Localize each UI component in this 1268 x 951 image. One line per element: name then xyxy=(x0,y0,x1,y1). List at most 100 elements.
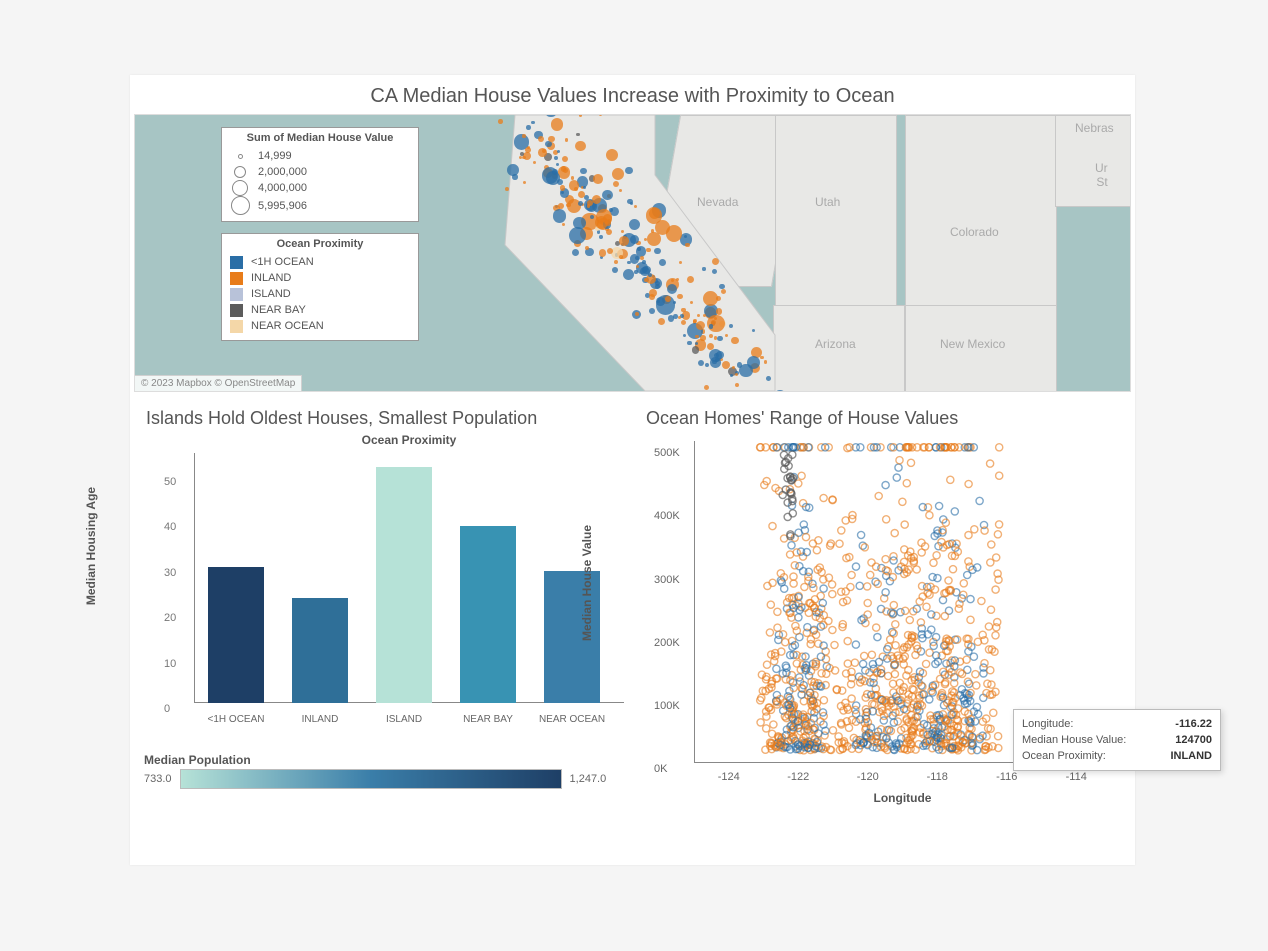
map-dot[interactable] xyxy=(698,360,704,366)
map-dot[interactable] xyxy=(553,209,566,222)
map-dot[interactable] xyxy=(649,308,655,314)
map-dot[interactable] xyxy=(657,300,660,303)
map-dot[interactable] xyxy=(764,360,768,364)
map-dot[interactable] xyxy=(580,168,587,175)
map-dot[interactable] xyxy=(614,260,618,264)
map-dot[interactable] xyxy=(696,321,705,330)
map-dot[interactable] xyxy=(712,258,719,265)
legend-size-row[interactable]: 5,995,906 xyxy=(230,196,410,215)
map-dot[interactable] xyxy=(583,186,586,189)
map-dot[interactable] xyxy=(685,243,690,248)
legend-size-row[interactable]: 14,999 xyxy=(230,148,410,164)
map-dot[interactable] xyxy=(548,136,554,142)
legend-size-row[interactable]: 4,000,000 xyxy=(230,180,410,196)
map-dot[interactable] xyxy=(651,229,655,233)
map-dot[interactable] xyxy=(681,308,686,313)
map-dot[interactable] xyxy=(551,118,563,130)
map-dot[interactable] xyxy=(668,315,675,322)
map-dot[interactable] xyxy=(642,260,646,264)
map-dot[interactable] xyxy=(705,363,709,367)
map-dot[interactable] xyxy=(612,168,624,180)
legend-color-row[interactable]: INLAND xyxy=(230,270,410,286)
map-dot[interactable] xyxy=(507,164,519,176)
map-dot[interactable] xyxy=(760,356,763,359)
map-dot[interactable] xyxy=(627,199,632,204)
map-dot[interactable] xyxy=(635,312,639,316)
map-dot[interactable] xyxy=(655,284,660,289)
map-dot[interactable] xyxy=(702,267,705,270)
bar[interactable] xyxy=(376,467,432,703)
map-dot[interactable] xyxy=(606,149,618,161)
map-dot[interactable] xyxy=(716,308,723,315)
legend-color-row[interactable]: ISLAND xyxy=(230,286,410,302)
map-dot[interactable] xyxy=(722,361,730,369)
map-dot[interactable] xyxy=(569,180,579,190)
map-dot[interactable] xyxy=(687,341,691,345)
map-dot[interactable] xyxy=(692,346,699,353)
map-dot[interactable] xyxy=(640,267,649,276)
map-dot[interactable] xyxy=(575,141,585,151)
map-dot[interactable] xyxy=(599,235,603,239)
map-dot[interactable] xyxy=(558,166,570,178)
map-attribution[interactable]: © 2023 Mapbox © OpenStreetMap xyxy=(135,375,302,391)
map-dot[interactable] xyxy=(654,248,661,255)
map-dot[interactable] xyxy=(735,373,738,376)
population-legend[interactable]: Median Population 733.0 1,247.0 xyxy=(144,753,624,789)
map-dot[interactable] xyxy=(542,149,546,153)
map-dot[interactable] xyxy=(649,208,660,219)
scatter-chart[interactable]: Median House Value Longitude 0K100K200K3… xyxy=(644,433,1121,813)
map-dot[interactable] xyxy=(595,216,608,229)
map-dot[interactable] xyxy=(593,174,603,184)
bar[interactable] xyxy=(460,526,516,703)
map-dot[interactable] xyxy=(766,376,771,381)
map-dot[interactable] xyxy=(522,134,526,138)
map-dot[interactable] xyxy=(578,191,585,198)
map-dot[interactable] xyxy=(709,334,713,338)
map-dot[interactable] xyxy=(590,215,594,219)
map-dot[interactable] xyxy=(725,334,728,337)
legend-color[interactable]: Ocean Proximity <1H OCEANINLANDISLANDNEA… xyxy=(221,233,419,341)
map-dot[interactable] xyxy=(546,171,560,185)
map-dot[interactable] xyxy=(576,133,579,136)
legend-color-row[interactable]: NEAR BAY xyxy=(230,302,410,318)
map-dot[interactable] xyxy=(687,276,694,283)
scatter-xtick: -120 xyxy=(857,771,879,783)
legend-size-row[interactable]: 2,000,000 xyxy=(230,164,410,180)
map-dot[interactable] xyxy=(566,203,570,207)
map-dot[interactable] xyxy=(717,336,723,342)
map-dot[interactable] xyxy=(560,185,566,191)
legend-color-row[interactable]: <1H OCEAN xyxy=(230,254,410,270)
map-dot[interactable] xyxy=(630,235,639,244)
legend-size[interactable]: Sum of Median House Value 14,9992,000,00… xyxy=(221,127,419,222)
map-dot[interactable] xyxy=(665,296,671,302)
map-dot[interactable] xyxy=(659,259,666,266)
map-dot[interactable] xyxy=(679,261,682,264)
map-dot[interactable] xyxy=(658,318,665,325)
map-dot[interactable] xyxy=(522,156,525,159)
map-dot[interactable] xyxy=(716,351,724,359)
map-dot[interactable] xyxy=(634,270,638,274)
map-dot[interactable] xyxy=(525,147,531,153)
bar[interactable] xyxy=(208,567,264,703)
map-dot[interactable] xyxy=(721,289,726,294)
tooltip-value: INLAND xyxy=(1170,748,1212,764)
map-dot[interactable] xyxy=(695,335,698,338)
map-dot[interactable] xyxy=(619,236,629,246)
map-panel[interactable]: Nevada Utah Colorado Arizona New Mexico … xyxy=(134,114,1131,392)
map-dot[interactable] xyxy=(554,156,558,160)
map-dot[interactable] xyxy=(498,119,503,124)
map-dot[interactable] xyxy=(637,247,641,251)
map-dot[interactable] xyxy=(731,337,738,344)
map-dot[interactable] xyxy=(714,336,717,339)
map-dot[interactable] xyxy=(558,203,564,209)
legend-color-row[interactable]: NEAR OCEAN xyxy=(230,318,410,334)
map-dot[interactable] xyxy=(557,150,560,153)
map-dot[interactable] xyxy=(671,279,674,282)
map-dot[interactable] xyxy=(599,249,606,256)
map-dot[interactable] xyxy=(683,334,686,337)
map-dot[interactable] xyxy=(709,324,713,328)
bar[interactable] xyxy=(292,598,348,703)
bar-chart[interactable]: Ocean Proximity Median Housing Age 01020… xyxy=(144,433,624,743)
map-dot[interactable] xyxy=(526,125,531,130)
map-dot[interactable] xyxy=(612,267,618,273)
